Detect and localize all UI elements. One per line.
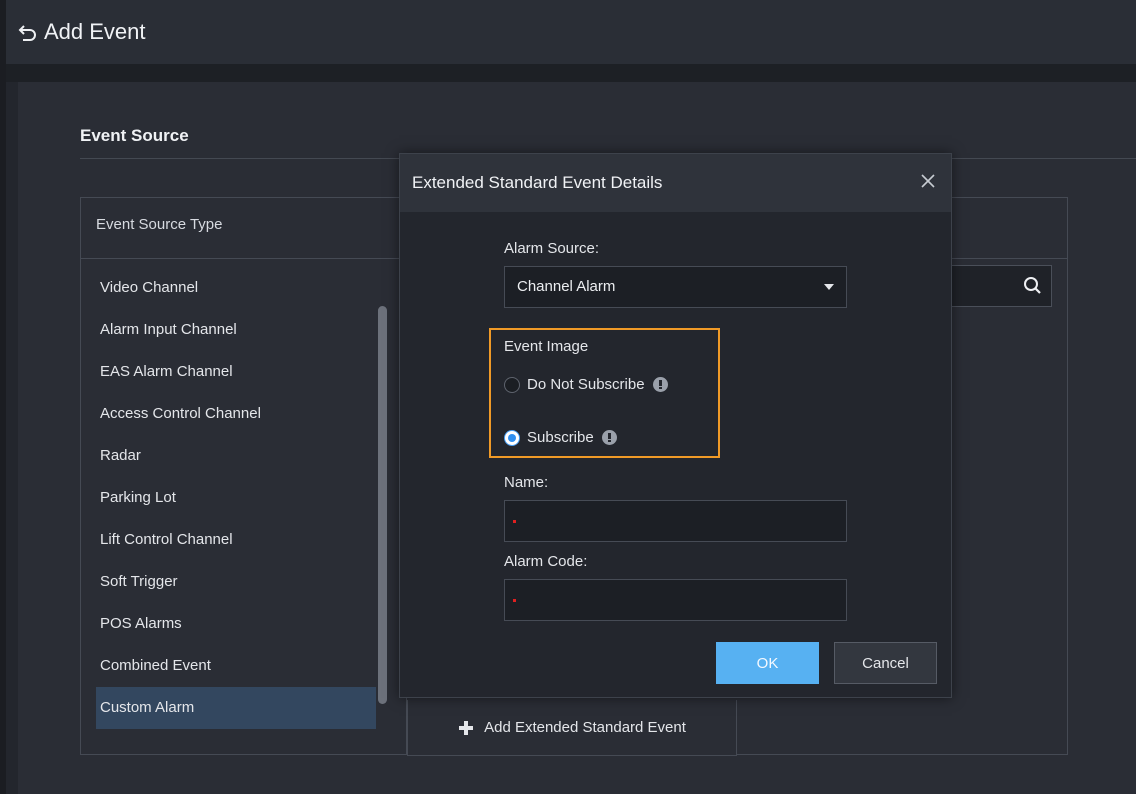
list-item-pos-alarms[interactable]: POS Alarms [96,603,376,645]
close-icon[interactable] [919,172,937,190]
event-source-type-list: Video Channel Alarm Input Channel EAS Al… [96,267,376,729]
back-icon[interactable] [18,21,40,43]
event-source-type-header: Event Source Type [96,216,223,233]
dialog-header: Extended Standard Event Details [400,154,951,212]
radio-label: Subscribe [527,429,594,446]
list-item-eas-alarm-channel[interactable]: EAS Alarm Channel [96,351,376,393]
page-title: Add Event [44,19,146,44]
info-icon[interactable] [652,377,668,392]
list-item-radar[interactable]: Radar [96,435,376,477]
ok-button[interactable]: OK [716,642,819,684]
required-marker [513,520,516,523]
radio-do-not-subscribe[interactable]: Do Not Subscribe [504,376,668,393]
alarm-source-value: Channel Alarm [517,278,616,295]
list-item-access-control-channel[interactable]: Access Control Channel [96,393,376,435]
list-item-combined-event[interactable]: Combined Event [96,645,376,687]
list-item-video-channel[interactable]: Video Channel [96,267,376,309]
section-title: Event Source [80,126,189,145]
alarm-source-select[interactable]: Channel Alarm [504,266,847,308]
radio-circle[interactable] [504,376,520,393]
search-input[interactable] [946,265,1052,307]
alarm-source-label: Alarm Source: [504,240,600,257]
add-extended-standard-event-button[interactable]: Add Extended Standard Event [407,700,737,756]
plus-icon [458,720,474,736]
name-label: Name: [504,474,549,491]
event-image-label: Event Image [504,338,589,355]
alarm-code-input[interactable] [504,579,847,621]
add-button-label: Add Extended Standard Event [484,719,686,736]
list-item-soft-trigger[interactable]: Soft Trigger [96,561,376,603]
dialog-title: Extended Standard Event Details [412,173,663,192]
extended-event-dialog: Extended Standard Event Details Alarm So… [399,153,952,698]
content-band [6,64,1136,82]
info-icon[interactable] [601,430,617,445]
chevron-down-icon [824,284,834,290]
radio-label: Do Not Subscribe [527,376,645,393]
cancel-button[interactable]: Cancel [834,642,937,684]
required-marker [513,599,516,602]
search-icon[interactable] [1023,276,1043,296]
title-bar: Add Event [6,0,1136,64]
list-item-alarm-input-channel[interactable]: Alarm Input Channel [96,309,376,351]
list-item-lift-control-channel[interactable]: Lift Control Channel [96,519,376,561]
name-input[interactable] [504,500,847,542]
alarm-code-label: Alarm Code: [504,553,588,570]
window-edge [0,0,6,794]
radio-circle-checked[interactable] [504,429,520,446]
radio-subscribe[interactable]: Subscribe [504,429,617,446]
list-scrollbar[interactable] [378,306,387,704]
list-item-parking-lot[interactable]: Parking Lot [96,477,376,519]
list-item-custom-alarm[interactable]: Custom Alarm [96,687,376,729]
